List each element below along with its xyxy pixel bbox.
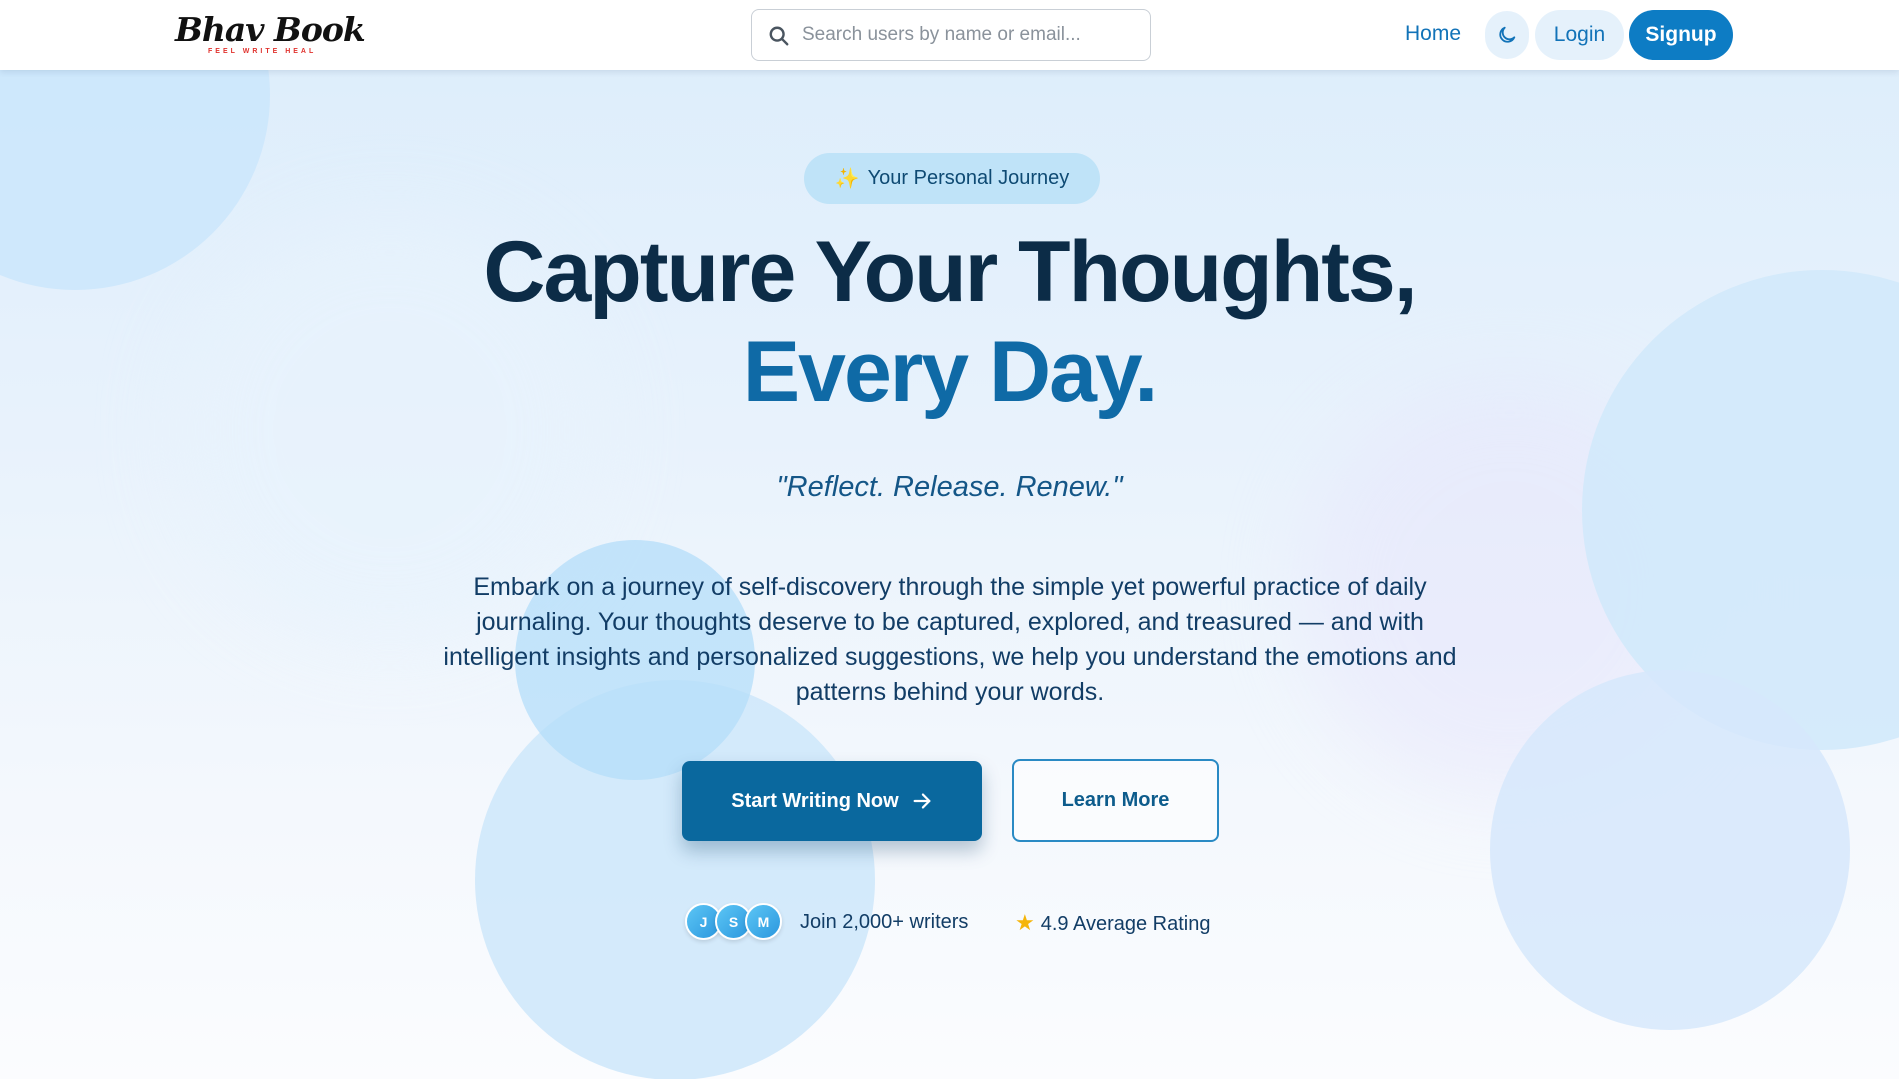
brand-tagline: FEEL WRITE HEAL xyxy=(208,48,317,55)
writers-count-text: Join 2,000+ writers xyxy=(800,911,969,933)
avatar-group: J S M xyxy=(685,903,785,943)
rating-text: 4.9 Average Rating xyxy=(1040,913,1211,935)
moon-icon xyxy=(1499,26,1516,43)
search-icon xyxy=(769,26,789,46)
signup-button[interactable]: Signup xyxy=(1629,10,1733,60)
headline-highlight: Capture xyxy=(483,224,796,320)
start-writing-button[interactable]: Start Writing Now xyxy=(682,761,982,841)
brand-name: Bhav Book xyxy=(175,10,366,49)
search-input[interactable] xyxy=(802,10,1142,60)
theme-toggle-button[interactable] xyxy=(1485,11,1529,59)
hero-badge-label: Your Personal Journey xyxy=(867,167,1070,189)
hero-description: Embark on a journey of self-discovery th… xyxy=(443,573,1457,706)
background-circle xyxy=(1490,670,1850,1030)
login-button[interactable]: Login xyxy=(1535,10,1624,60)
arrow-right-icon xyxy=(913,793,931,809)
search-bar[interactable] xyxy=(751,9,1151,61)
star-icon: ★ xyxy=(1015,910,1035,935)
sparkles-icon: ✨ xyxy=(834,168,860,190)
hero-badge: ✨ Your Personal Journey xyxy=(804,153,1100,204)
hero-quote: "Reflect. Release. Renew." xyxy=(776,471,1123,503)
social-proof: J S M Join 2,000+ writers ★ 4.9 Average R… xyxy=(685,903,1225,943)
hero-headline-line2: Every Day. xyxy=(742,324,1159,420)
headline-rest: Your Thoughts, xyxy=(794,224,1418,320)
hero-headline-line1: Capture Your Thoughts, xyxy=(0,222,1899,322)
nav-link-home[interactable]: Home xyxy=(1405,22,1461,50)
navbar: Bhav Book FEEL WRITE HEAL Home Login Sig… xyxy=(0,0,1899,70)
rating: ★ 4.9 Average Rating xyxy=(1015,910,1211,936)
brand-logo[interactable]: Bhav Book FEEL WRITE HEAL xyxy=(175,10,366,58)
start-writing-label: Start Writing Now xyxy=(731,789,899,812)
avatar: M xyxy=(745,903,782,940)
landing-page: Bhav Book FEEL WRITE HEAL Home Login Sig… xyxy=(0,0,1899,1079)
learn-more-button[interactable]: Learn More xyxy=(1012,759,1219,842)
